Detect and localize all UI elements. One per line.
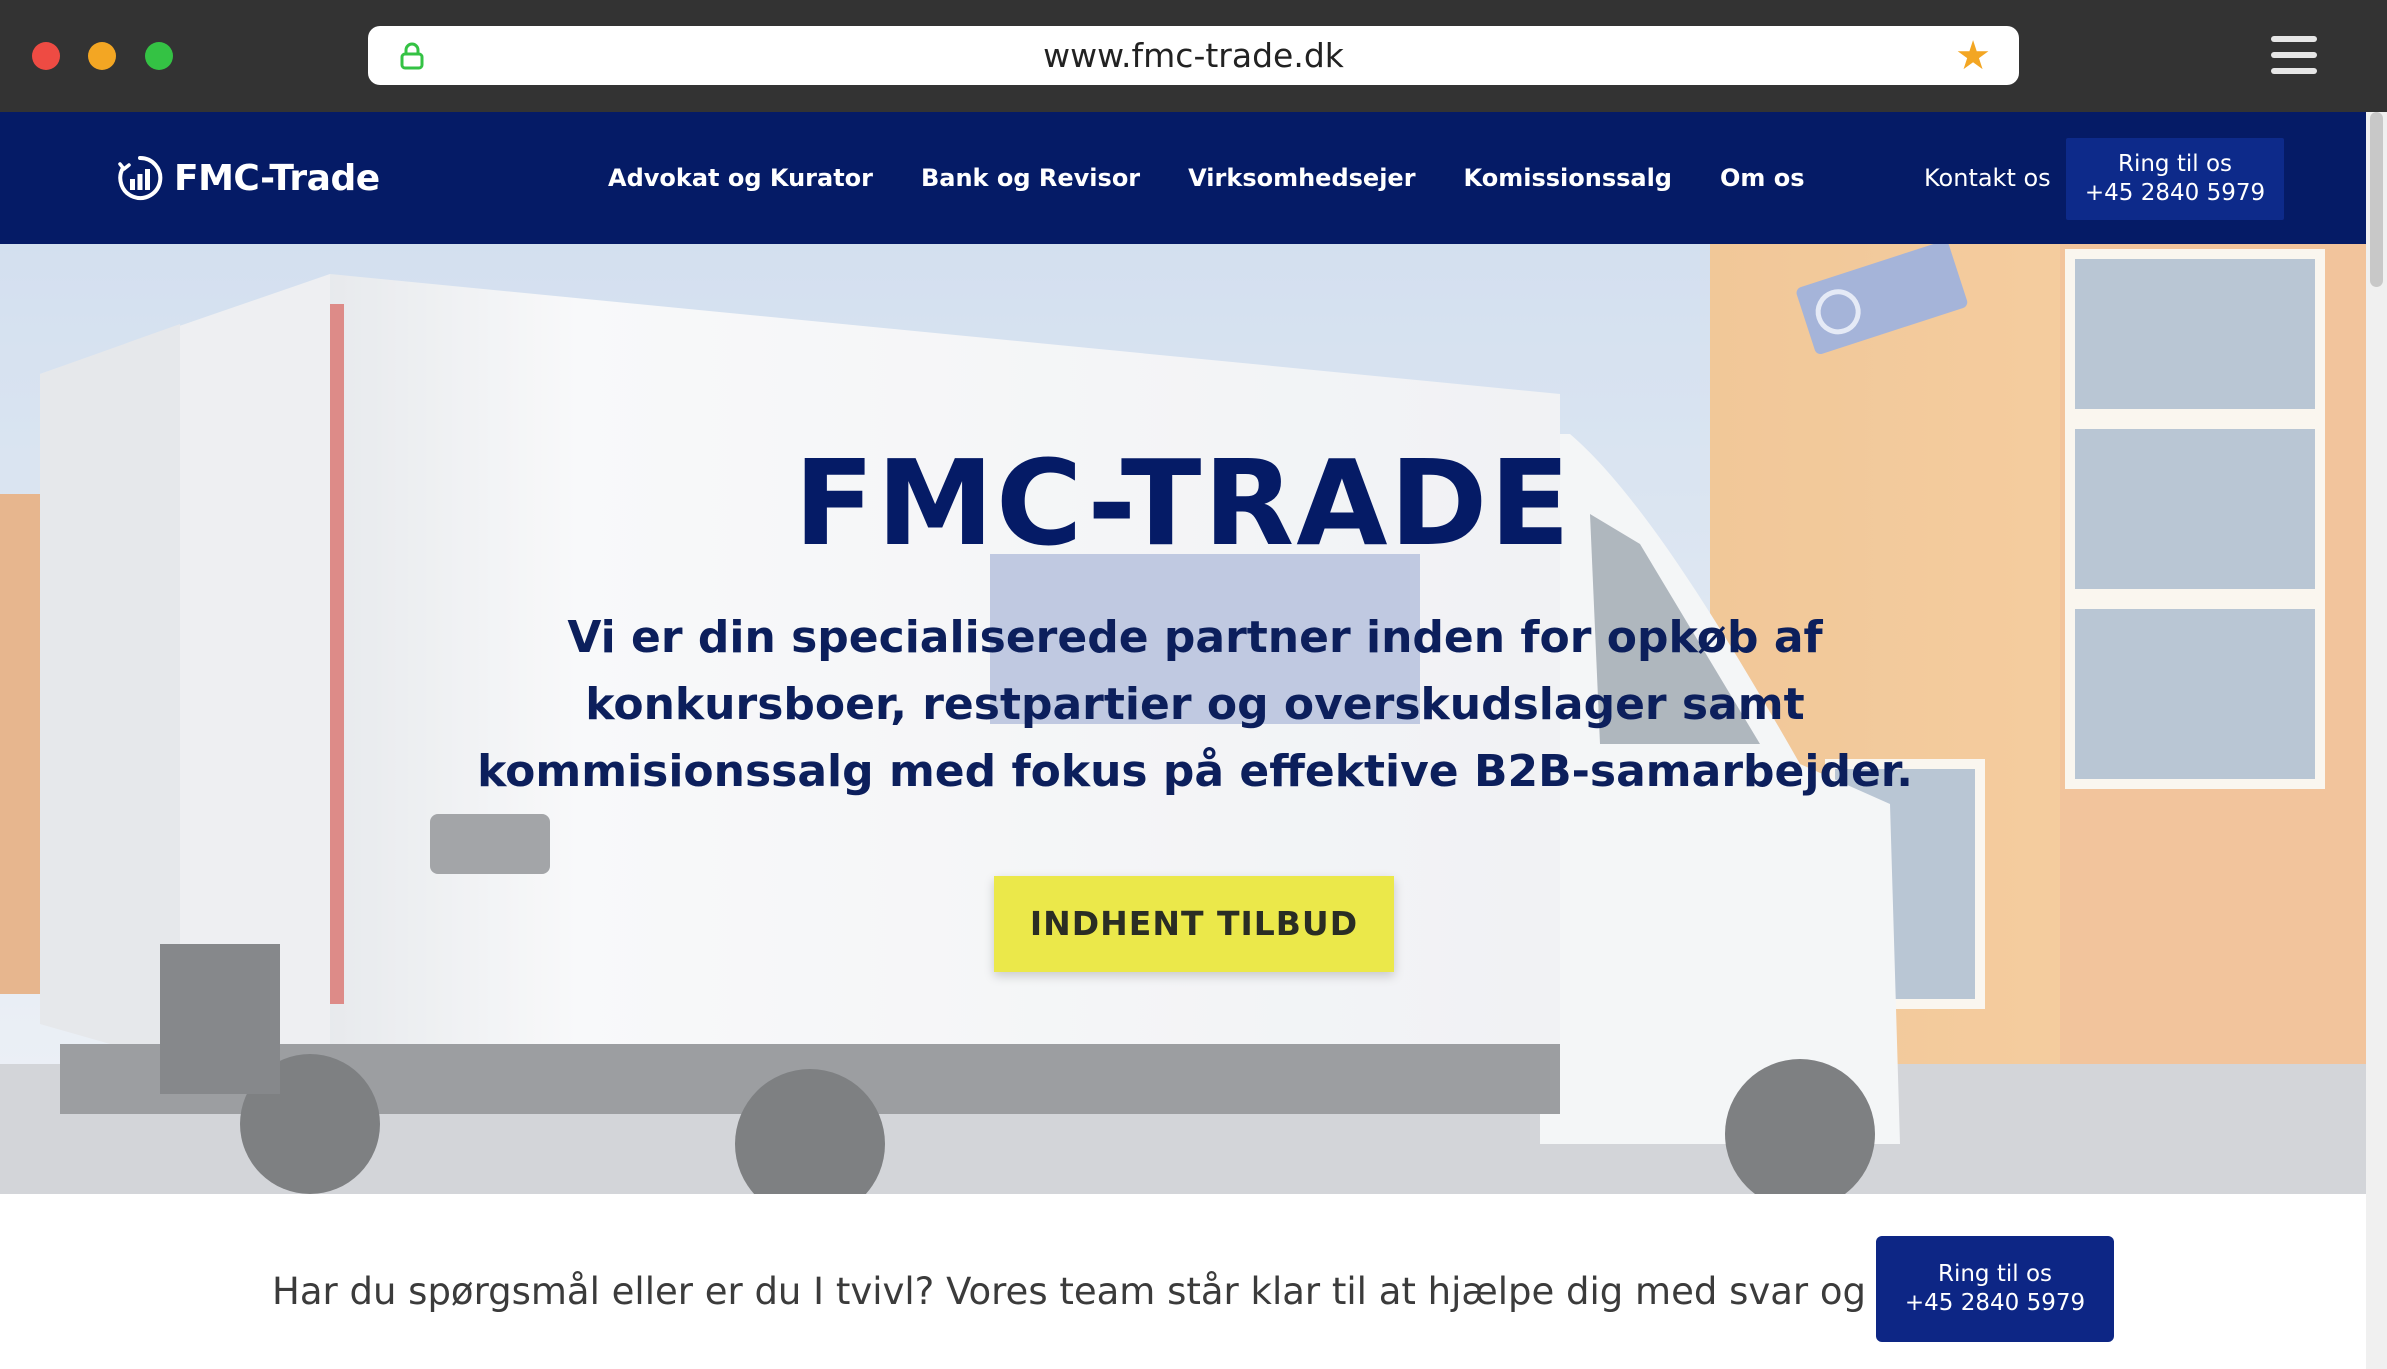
hero-title: FMC-TRADE <box>793 434 1573 572</box>
browser-chrome: www.fmc-trade.dk ★ <box>0 0 2387 112</box>
minimize-window-button[interactable] <box>88 42 116 70</box>
nav-link-komissionssalg[interactable]: Komissionssalg <box>1464 164 1672 192</box>
address-bar[interactable]: www.fmc-trade.dk ★ <box>368 26 2019 85</box>
header-call-label: Ring til os <box>2117 151 2233 177</box>
page-scrollbar[interactable] <box>2366 112 2387 1369</box>
logo-chart-icon <box>118 155 163 200</box>
hero-subtitle: Vi er din specialiserede partner inden f… <box>477 612 1913 797</box>
site-header: FMC-Trade Advokat og Kurator Bank og Rev… <box>0 112 2366 244</box>
get-quote-button[interactable]: INDHENT TILBUD <box>994 876 1394 972</box>
band-call-button[interactable]: Ring til os +45 2840 5979 <box>1876 1236 2114 1342</box>
hamburger-icon[interactable] <box>2271 36 2317 74</box>
maximize-window-button[interactable] <box>145 42 173 70</box>
hero-section: FMC-TRADE Vi er din specialiserede partn… <box>0 244 2366 1194</box>
nav-link-virksomhedsejer[interactable]: Virksomhedsejer <box>1188 164 1415 192</box>
band-call-number: +45 2840 5979 <box>1904 1290 2086 1316</box>
scrollbar-thumb[interactable] <box>2370 112 2383 287</box>
header-call-button[interactable]: Ring til os +45 2840 5979 <box>2066 138 2284 220</box>
contact-band: Har du spørgsmål eller er du I tvivl? Vo… <box>0 1194 2366 1369</box>
logo-text: FMC-Trade <box>174 157 380 199</box>
main-menu: Advokat og Kurator Bank og Revisor Virks… <box>608 112 1853 244</box>
contact-link[interactable]: Kontakt os <box>1924 112 2051 244</box>
site-logo[interactable]: FMC-Trade <box>116 154 380 202</box>
nav-link-advokat[interactable]: Advokat og Kurator <box>608 164 873 192</box>
close-window-button[interactable] <box>32 42 60 70</box>
band-call-label: Ring til os <box>1937 1261 2053 1287</box>
nav-link-om-os[interactable]: Om os <box>1720 164 1805 192</box>
url-text[interactable]: www.fmc-trade.dk <box>368 26 2019 85</box>
header-call-number: +45 2840 5979 <box>2084 180 2266 206</box>
nav-link-bank[interactable]: Bank og Revisor <box>921 164 1140 192</box>
star-icon[interactable]: ★ <box>1955 36 1991 76</box>
contact-band-text: Har du spørgsmål eller er du I tvivl? Vo… <box>272 1270 2088 1313</box>
